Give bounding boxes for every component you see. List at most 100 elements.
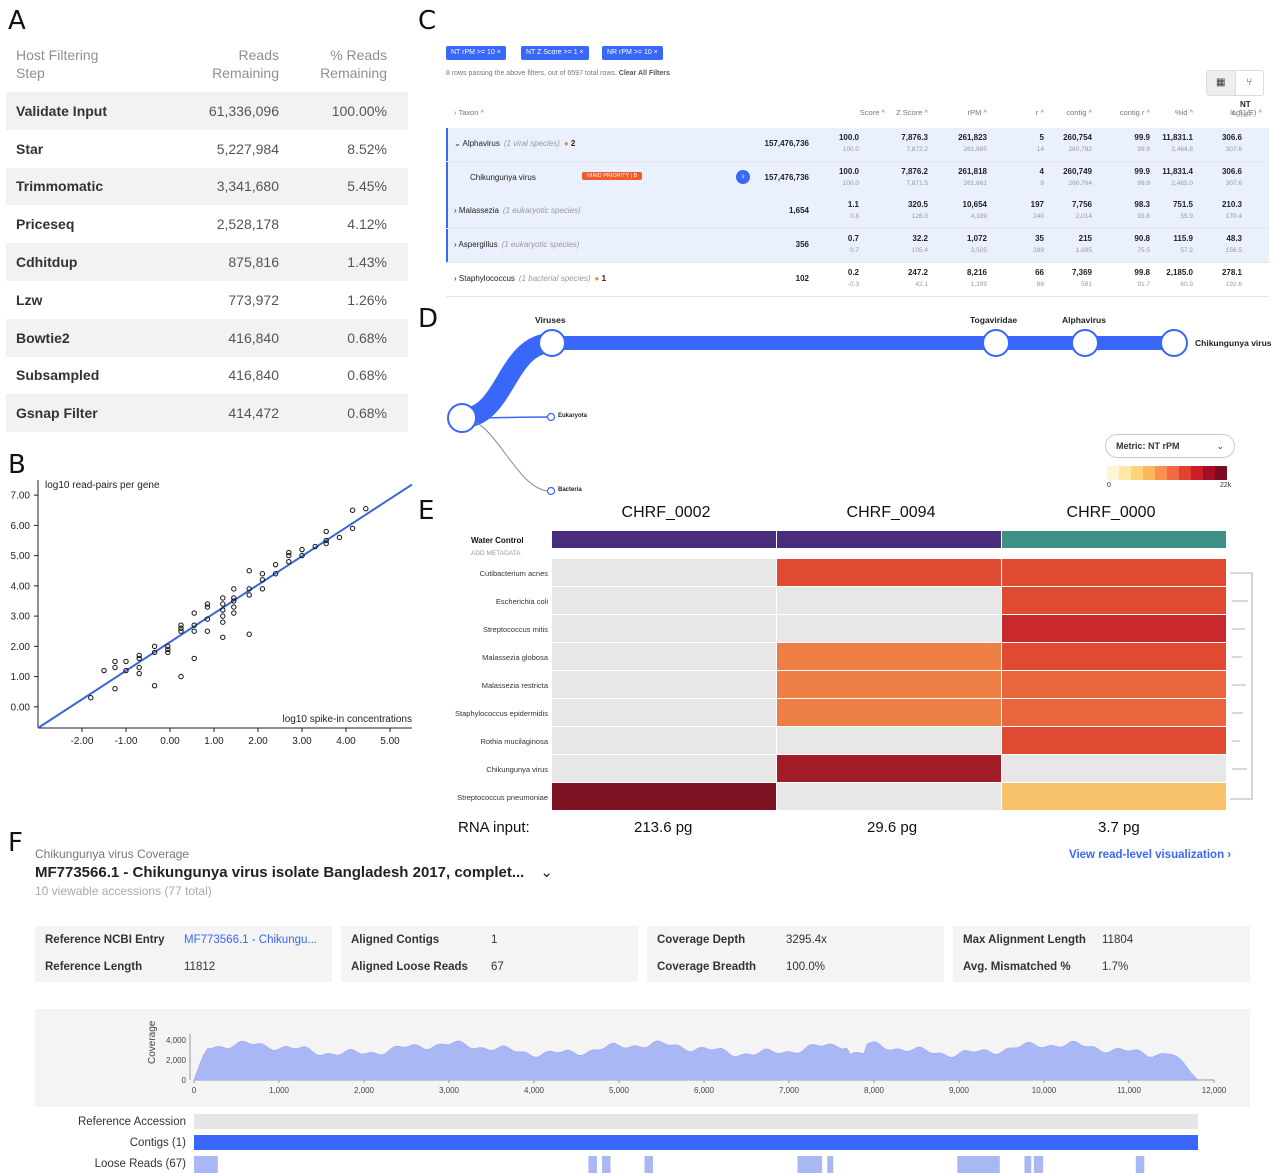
heatmap-cell[interactable] xyxy=(552,587,776,614)
heatmap-cell[interactable] xyxy=(1002,587,1226,614)
heatmap-cell[interactable] xyxy=(777,587,1001,614)
alphavirus-node[interactable] xyxy=(1071,329,1099,357)
column-header[interactable]: %id ^ xyxy=(1175,108,1193,117)
root-node[interactable] xyxy=(447,403,477,433)
column-header[interactable]: log(1/E) ^ xyxy=(1230,108,1262,117)
heatmap-cell[interactable] xyxy=(552,755,776,782)
coverage-histogram[interactable] xyxy=(193,1040,1199,1081)
scale-swatch xyxy=(1131,466,1143,480)
taxon-name[interactable]: › Malassezia (1 eukaryotic species) xyxy=(454,206,581,215)
nr-value: 2,464.8 xyxy=(1171,146,1193,153)
filter-pill[interactable]: NR rPM >= 10 × xyxy=(602,46,663,60)
loose-read-bar[interactable] xyxy=(194,1156,218,1173)
table-icon[interactable]: ▦ xyxy=(1207,71,1236,95)
heatmap-cell[interactable] xyxy=(1002,559,1226,586)
loose-read-bar[interactable] xyxy=(957,1156,1000,1173)
pathogen-icon[interactable]: ♀ xyxy=(736,170,750,184)
taxon-row[interactable]: ⌄ Alphavirus (1 viral species) ● 2 157,476,… xyxy=(446,128,1269,162)
heatmap-cell[interactable] xyxy=(552,643,776,670)
loose-read-bar[interactable] xyxy=(602,1156,611,1173)
heatmap-cell[interactable] xyxy=(777,643,1001,670)
taxon-name[interactable]: › Staphylococcus (1 bacterial species) ● 1 xyxy=(454,274,606,283)
heatmap-cell[interactable] xyxy=(1002,783,1226,810)
loose-read-bar[interactable] xyxy=(797,1156,823,1173)
column-header[interactable]: rPM ^ xyxy=(968,108,987,117)
heatmap-cell[interactable] xyxy=(1002,699,1226,726)
add-metadata-button[interactable]: ADD METADATA xyxy=(471,550,520,557)
species-label[interactable]: Chikungunya virus xyxy=(436,765,548,774)
reference-accession-bar[interactable] xyxy=(194,1114,1198,1129)
loose-read-bar[interactable] xyxy=(1024,1156,1032,1173)
taxon-name[interactable]: › Aspergillus (1 eukaryotic species) xyxy=(454,240,579,249)
species-label[interactable]: Malassezia restricta xyxy=(436,681,548,690)
loose-read-bar[interactable] xyxy=(827,1156,834,1173)
species-label[interactable]: Streptococcus mitis xyxy=(436,625,548,634)
taxon-name[interactable]: ⌄ Alphavirus (1 viral species) ● 2 xyxy=(454,139,575,148)
taxon-row[interactable]: › Aspergillus (1 eukaryotic species) 356 0.… xyxy=(446,229,1269,263)
contig-bar[interactable] xyxy=(194,1135,1198,1150)
heatmap-cell[interactable] xyxy=(1002,755,1226,782)
x-tick-label: 0.00 xyxy=(160,736,180,747)
column-header[interactable]: r ^ xyxy=(1036,108,1044,117)
heatmap-cell[interactable] xyxy=(777,559,1001,586)
nt-value: 7,876.3 xyxy=(901,133,928,142)
table-header: Host Filtering Step Reads Remaining % Read… xyxy=(6,46,408,92)
heatmap-cell[interactable] xyxy=(552,783,776,810)
heatmap-cell[interactable] xyxy=(552,727,776,754)
column-header[interactable]: contig r ^ xyxy=(1120,108,1150,117)
species-label[interactable]: Cutibacterium acnes xyxy=(436,569,548,578)
table-view-toggle[interactable]: ▦ ⑂ xyxy=(1206,70,1264,96)
heatmap-cell[interactable] xyxy=(552,615,776,642)
species-label[interactable]: Rothia mucilaginosa xyxy=(436,737,548,746)
heatmap-cell[interactable] xyxy=(552,699,776,726)
heatmap-cell[interactable] xyxy=(1002,727,1226,754)
filter-pill[interactable]: NT rPM >= 10 × xyxy=(446,46,506,60)
species-label[interactable]: Streptococcus pneumoniae xyxy=(436,793,548,802)
metadata-bar[interactable] xyxy=(1002,531,1226,548)
heatmap-cell[interactable] xyxy=(777,671,1001,698)
scatter-point xyxy=(191,610,197,616)
heatmap-cell[interactable] xyxy=(552,559,776,586)
heatmap-cell[interactable] xyxy=(777,783,1001,810)
chikungunya-node[interactable] xyxy=(1160,329,1188,357)
metric-dropdown[interactable]: Metric: NT rPM ⌄ xyxy=(1105,434,1235,458)
species-label[interactable]: Staphylococcus epidermidis xyxy=(436,709,548,718)
loose-read-bar[interactable] xyxy=(1033,1156,1044,1173)
heatmap-cell[interactable] xyxy=(1002,671,1226,698)
heatmap-cell[interactable] xyxy=(1002,643,1226,670)
tree-icon[interactable]: ⑂ xyxy=(1236,71,1264,95)
filter-pill[interactable]: NT Z Score >= 1 × xyxy=(521,46,589,60)
sample-label[interactable]: CHRF_0000 xyxy=(999,504,1223,522)
loose-read-bar[interactable] xyxy=(588,1156,597,1173)
taxon-row[interactable]: Chikungunya virus NIAID PRIORITY | B ♀ 157,… xyxy=(446,162,1269,196)
eukaryota-expand-icon[interactable] xyxy=(546,412,556,422)
loose-read-bar[interactable] xyxy=(644,1156,654,1173)
togaviridae-node[interactable] xyxy=(982,329,1010,357)
scatter-point xyxy=(88,695,94,701)
bacteria-expand-icon[interactable] xyxy=(546,486,556,496)
taxon-row[interactable]: › Malassezia (1 eukaryotic species) 1,654 1… xyxy=(446,195,1269,229)
clear-filters-link[interactable]: Clear All Filters xyxy=(619,70,670,77)
heatmap-cell[interactable] xyxy=(552,671,776,698)
column-header[interactable]: contig ^ xyxy=(1066,108,1092,117)
heatmap-cell[interactable] xyxy=(777,615,1001,642)
metadata-bar[interactable] xyxy=(777,531,1001,548)
loose-read-bar[interactable] xyxy=(1135,1156,1145,1173)
metadata-bar[interactable] xyxy=(552,531,776,548)
column-header[interactable]: Z Score ^ xyxy=(896,108,928,117)
species-label[interactable]: Escherichia coli xyxy=(436,597,548,606)
column-header[interactable]: Score ^ xyxy=(860,108,885,117)
species-label[interactable]: Malassezia globosa xyxy=(436,653,548,662)
taxon-name[interactable]: Chikungunya virus xyxy=(470,173,536,182)
sample-label[interactable]: CHRF_0094 xyxy=(779,504,1003,522)
taxon-row[interactable]: › Staphylococcus (1 bacterial species) ● 1… xyxy=(446,263,1269,297)
heatmap-cell[interactable] xyxy=(777,727,1001,754)
heatmap-cell[interactable] xyxy=(777,755,1001,782)
heatmap-cell[interactable] xyxy=(777,699,1001,726)
percent-remaining: 1.43% xyxy=(347,254,387,271)
heatmap-cell[interactable] xyxy=(1002,615,1226,642)
viruses-node[interactable] xyxy=(538,329,566,357)
sample-label[interactable]: CHRF_0002 xyxy=(554,504,778,522)
column-header[interactable]: › Taxon ^ xyxy=(454,108,484,117)
nt-value: 260,749 xyxy=(1063,167,1092,176)
